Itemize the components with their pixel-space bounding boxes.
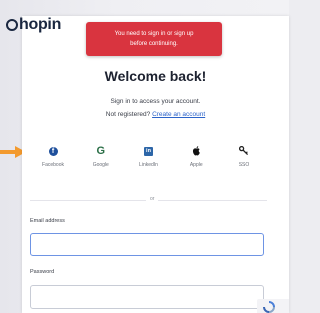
linkedin-label: LinkedIn xyxy=(139,162,158,168)
facebook-login-button[interactable]: f Facebook xyxy=(30,143,76,175)
facebook-icon: f xyxy=(48,146,58,156)
key-icon xyxy=(239,146,249,156)
social-login-row: f Facebook G Google in LinkedIn Apple SS… xyxy=(30,143,267,175)
apple-label: Apple xyxy=(189,162,203,168)
toast-line-1: You need to sign in or sign up xyxy=(114,31,194,37)
facebook-label: Facebook xyxy=(42,162,64,168)
recaptcha-icon xyxy=(263,301,275,313)
create-account-link[interactable]: Create an account xyxy=(152,111,205,118)
register-prompt: Not registered? Create an account xyxy=(22,111,289,118)
password-label: Password xyxy=(30,269,55,275)
recaptcha-badge[interactable] xyxy=(257,299,289,313)
toast-line-2: before continuing. xyxy=(130,41,178,47)
register-prefix: Not registered? xyxy=(105,111,151,118)
page-title: Welcome back! xyxy=(104,68,207,84)
google-icon: G xyxy=(96,145,106,157)
sso-label: SSO xyxy=(238,162,250,168)
apple-login-button[interactable]: Apple xyxy=(173,143,219,175)
apple-icon xyxy=(192,146,200,156)
linkedin-icon: in xyxy=(144,146,153,156)
google-label: Google xyxy=(92,162,109,168)
linkedin-login-button[interactable]: in LinkedIn xyxy=(126,143,172,175)
error-toast: You need to sign in or sign up before co… xyxy=(86,22,222,56)
logo-text: hopin xyxy=(19,16,62,33)
or-label: or xyxy=(146,196,159,202)
password-field[interactable] xyxy=(30,285,264,309)
hopin-logo: hopin xyxy=(6,16,61,34)
logo-ring-icon xyxy=(6,19,18,31)
google-login-button[interactable]: G Google xyxy=(78,143,124,175)
email-field[interactable] xyxy=(30,233,264,256)
subtitle-line: Sign in to access your account. xyxy=(110,98,201,105)
email-label: Email address xyxy=(30,218,65,224)
sso-login-button[interactable]: SSO xyxy=(221,143,267,175)
